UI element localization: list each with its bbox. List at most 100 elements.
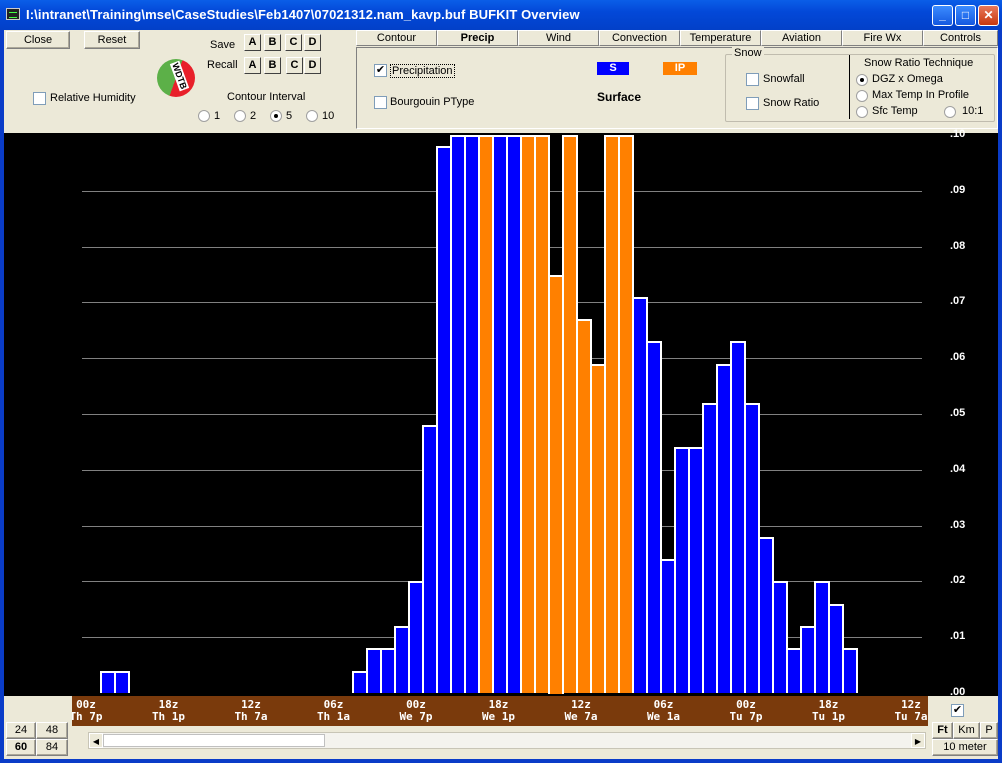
range-60-button[interactable]: 60 [6,739,36,756]
precip-bar-snow [114,671,130,693]
x-tick-label: 06z We 1a [646,699,682,723]
tab-aviation[interactable]: Aviation [761,30,842,46]
technique-dgz-omega-radio[interactable] [856,74,868,86]
snow-ratio-checkbox[interactable] [746,97,759,110]
maximize-button[interactable]: □ [955,5,976,26]
wdtb-logo: WDTB [157,59,195,97]
contour-interval-label: Contour Interval [227,91,306,103]
x-tick-label: 00z Tu 7p [728,699,764,723]
y-tick-label: .10 [950,128,966,140]
technique-10-1-radio[interactable] [944,106,956,118]
contour-interval-2-radio[interactable] [234,110,246,122]
bourgouin-ptype-checkbox[interactable] [374,96,387,109]
snow-ratio-technique-label: Snow Ratio Technique [864,57,974,69]
tab-fire-wx[interactable]: Fire Wx [842,30,923,46]
level-button[interactable]: 10 meter [932,739,998,756]
unit-ft-button[interactable]: Ft [932,722,953,739]
x-tick-label: 00z Th 7p [72,699,104,723]
precip-bar-snow [842,648,858,693]
recall-b-button[interactable]: B [264,57,281,74]
technique-sfc-temp-label: Sfc Temp [872,105,918,117]
tab-bar: Contour Precip Wind Convection Temperatu… [356,30,998,46]
logo-text: WDTB [169,60,190,92]
precip-chart: .10 .09 .08 .07 .06 .05 .04 .03 .02 .01 .00 [4,128,998,698]
surface-label: Surface [597,90,642,104]
range-24-button[interactable]: 24 [6,722,36,739]
y-tick-label: .09 [950,184,966,196]
recall-d-button[interactable]: D [304,57,321,74]
snow-group-label: Snow [732,47,764,59]
x-tick-label: 18z Th 1p [151,699,187,723]
recall-label: Recall [207,59,238,71]
scroll-thumb[interactable] [103,734,325,747]
save-b-button[interactable]: B [264,34,281,51]
x-tick-label: 12z Tu 7a [893,699,928,723]
snowfall-checkbox[interactable] [746,73,759,86]
time-axis: 00z Th 7p 18z Th 1p 12z Th 7a 06z Th 1a 00z We 7p… [72,696,928,726]
x-tick-local: We 1p [481,710,516,723]
x-tick-label: 18z We 1p [481,699,517,723]
time-scrollbar[interactable]: ◀ ▶ [88,732,926,749]
units-checkbox[interactable]: ✔ [951,704,964,717]
y-tick-label: .04 [950,463,966,475]
save-d-button[interactable]: D [304,34,321,51]
reset-button[interactable]: Reset [84,31,140,49]
technique-10-1-label: 10:1 [962,105,984,117]
bourgouin-ptype-label: Bourgouin PType [390,96,475,108]
y-tick-label: .05 [950,407,966,419]
x-tick-local: Tu 7p [729,710,763,723]
group-divider [849,55,850,119]
contour-interval-5-radio[interactable] [270,110,282,122]
technique-max-temp-label: Max Temp In Profile [872,89,970,101]
tab-precip[interactable]: Precip [437,30,518,46]
close-button[interactable]: Close [6,31,70,49]
unit-p-button[interactable]: P [980,722,998,739]
tab-wind[interactable]: Wind [518,30,599,46]
x-tick-label: 00z We 7p [398,699,434,723]
technique-max-temp-radio[interactable] [856,90,868,102]
x-tick-local: Th 7a [234,710,268,723]
y-tick-label: .06 [950,351,966,363]
y-tick-label: .03 [950,519,966,531]
tab-temperature[interactable]: Temperature [680,30,761,46]
legend-ice-pellets: IP [663,62,697,75]
contour-interval-2-label: 2 [250,110,257,122]
contour-interval-1-label: 1 [214,110,221,122]
tab-contour[interactable]: Contour [356,30,437,46]
recall-a-button[interactable]: A [244,57,261,74]
close-window-button[interactable]: ✕ [978,5,999,26]
snowfall-label: Snowfall [763,73,805,85]
y-tick-label: .00 [950,686,966,698]
range-84-button[interactable]: 84 [36,739,68,756]
recall-c-button[interactable]: C [286,57,303,74]
x-tick-local: Th 1a [316,710,351,723]
x-tick-label: 12z We 7a [563,699,599,723]
precip-panel: ✔ Precipitation Bourgouin PType S IP Sur… [356,47,998,129]
precipitation-label: Precipitation [390,64,455,78]
x-tick-local: Tu 1p [811,710,846,723]
snow-ratio-label: Snow Ratio [763,97,820,109]
scroll-left-arrow-icon[interactable]: ◀ [89,733,103,748]
y-tick-label: .07 [950,295,966,307]
title-bar: I:\intranet\Training\mse\CaseStudies\Feb… [0,0,1002,30]
range-48-button[interactable]: 48 [36,722,68,739]
relative-humidity-checkbox[interactable] [33,92,46,105]
y-tick-label: .08 [950,240,966,252]
contour-interval-1-radio[interactable] [198,110,210,122]
save-a-button[interactable]: A [244,34,261,51]
x-tick-local: Th 1p [151,710,186,723]
x-tick-local: Th 7p [72,710,103,723]
save-c-button[interactable]: C [285,34,302,51]
unit-km-button[interactable]: Km [953,722,980,739]
minimize-button[interactable]: _ [932,5,953,26]
x-tick-local: Tu 7a [894,710,928,723]
y-tick-label: .01 [950,630,966,642]
technique-sfc-temp-radio[interactable] [856,106,868,118]
x-tick-label: 18z Tu 1p [811,699,847,723]
x-tick-label: 06z Th 1a [316,699,352,723]
tab-controls[interactable]: Controls [923,30,998,46]
tab-convection[interactable]: Convection [599,30,680,46]
contour-interval-10-radio[interactable] [306,110,318,122]
scroll-right-arrow-icon[interactable]: ▶ [911,733,925,748]
precipitation-checkbox[interactable]: ✔ [374,64,387,77]
